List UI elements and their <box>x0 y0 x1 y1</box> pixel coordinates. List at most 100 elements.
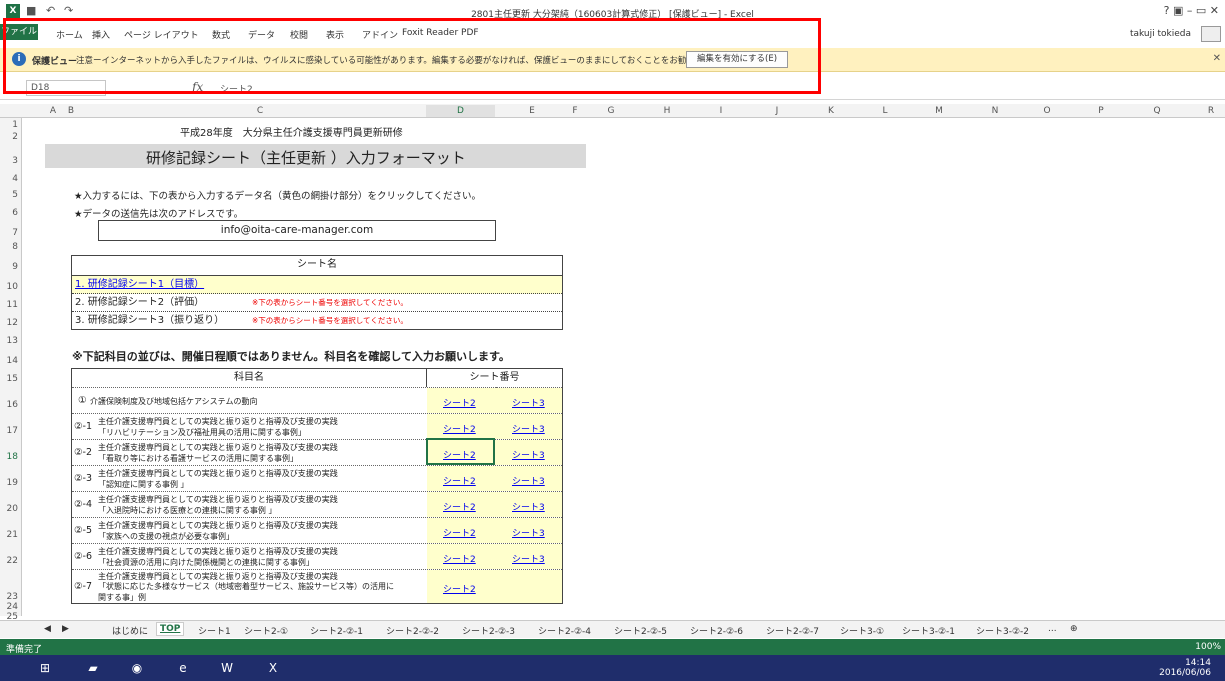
sheet-tab[interactable]: シート2-②-1 <box>310 624 363 637</box>
col-p[interactable]: P <box>1094 105 1108 117</box>
col-q[interactable]: Q <box>1150 105 1164 117</box>
col-i[interactable]: I <box>714 105 728 117</box>
col-g[interactable]: G <box>604 105 618 117</box>
sheet2-link[interactable]: シート2 <box>443 526 476 539</box>
sheet3-link[interactable]: シート3 <box>512 552 545 565</box>
sheet-tab[interactable]: シート3-① <box>840 624 884 637</box>
row-number[interactable]: 4 <box>0 174 18 184</box>
col-m[interactable]: M <box>932 105 946 117</box>
close-icon[interactable]: ✕ <box>1213 53 1221 64</box>
row-number[interactable]: 6 <box>0 208 18 218</box>
row-number[interactable]: 19 <box>0 478 18 488</box>
sheet-tab[interactable]: はじめに <box>112 624 148 637</box>
sheet-tab[interactable]: シート3-②-1 <box>902 624 955 637</box>
col-b[interactable]: B <box>64 105 78 117</box>
column-header: A B C D E F G H I J K L M N O P Q R <box>0 104 1225 118</box>
sheet2-link[interactable]: シート2 <box>443 474 476 487</box>
row-number[interactable]: 21 <box>0 530 18 540</box>
sheet1-link[interactable]: 1. 研修記録シート1（目標） <box>72 275 562 294</box>
row-number[interactable]: 12 <box>0 318 18 328</box>
col-j[interactable]: J <box>770 105 784 117</box>
row-number[interactable]: 18 <box>0 452 18 462</box>
sheet-tab-more[interactable]: ... <box>1048 624 1057 634</box>
ie-icon[interactable]: e <box>168 657 198 679</box>
subject-row: ②-3 主任介護支援専門員としての実践と振り返りと指導及び支援の実践 「認知症に… <box>72 465 562 491</box>
sheet-tab[interactable]: シート2-②-7 <box>766 624 819 637</box>
sheet-tab[interactable]: シート3-②-2 <box>976 624 1029 637</box>
zoom-level[interactable]: 100% <box>1195 642 1221 652</box>
sheet2-link[interactable]: シート2 <box>443 582 476 595</box>
sheet-tab-active[interactable]: TOP <box>156 622 185 636</box>
row-number[interactable]: 1 <box>0 120 18 130</box>
row-number[interactable]: 16 <box>0 400 18 410</box>
col-e[interactable]: E <box>522 105 542 117</box>
subject-row: ① 介護保険制度及び地域包括ケアシステムの動向 シート2 シート3 <box>72 387 562 413</box>
order-note: ※下記科目の並びは、開催日程順ではありません。科目名を確認して入力お願いします。 <box>72 350 510 363</box>
sheet-tab[interactable]: シート2-②-4 <box>538 624 591 637</box>
col-r[interactable]: R <box>1204 105 1218 117</box>
avatar[interactable] <box>1201 26 1221 42</box>
sheet2-link[interactable]: シート2 <box>443 552 476 565</box>
sheet3-link[interactable]: シート3 <box>512 500 545 513</box>
row-number[interactable]: 9 <box>0 262 18 272</box>
row-number[interactable]: 22 <box>0 556 18 566</box>
chrome-icon[interactable]: ◉ <box>122 657 152 679</box>
col-l[interactable]: L <box>878 105 892 117</box>
sheet-tab[interactable]: シート2-① <box>244 624 288 637</box>
row-number[interactable]: 20 <box>0 504 18 514</box>
windows-start-icon[interactable]: ⊞ <box>30 657 60 679</box>
sheet3-link[interactable]: シート3 <box>512 448 545 461</box>
sheet3-link[interactable]: シート3 <box>512 526 545 539</box>
sheet2-link[interactable]: シート2 <box>443 500 476 513</box>
subject-subtitle: 「家族への支援の視点が必要な事例」 <box>98 532 234 541</box>
tab-scroll-left-icon[interactable]: ◀ <box>44 624 51 634</box>
col-n[interactable]: N <box>988 105 1002 117</box>
subject-title: 主任介護支援専門員としての実践と振り返りと指導及び支援の実践 <box>98 443 338 452</box>
row-number[interactable]: 24 <box>0 602 18 612</box>
col-d[interactable]: D <box>426 105 495 117</box>
subject-subtitle: 「状態に応じた多様なサービス（地域密着型サービス、施設サービス等）の活用に <box>98 582 394 591</box>
tab-scroll-right-icon[interactable]: ▶ <box>62 624 69 634</box>
row-number[interactable]: 13 <box>0 336 18 346</box>
col-h[interactable]: H <box>660 105 674 117</box>
sheet3-link[interactable]: シート3 <box>512 396 545 409</box>
sheet-tab[interactable]: シート2-②-6 <box>690 624 743 637</box>
col-o[interactable]: O <box>1040 105 1054 117</box>
word-icon[interactable]: W <box>212 657 242 679</box>
subject-row: ②-4 主任介護支援専門員としての実践と振り返りと指導及び支援の実践 「入退院時… <box>72 491 562 517</box>
selected-cell[interactable] <box>426 438 495 465</box>
user-name[interactable]: takuji tokieda <box>1130 29 1191 39</box>
sheet-tab[interactable]: シート2-②-2 <box>386 624 439 637</box>
row-number[interactable]: 14 <box>0 356 18 366</box>
sheet3-link[interactable]: シート3 <box>512 422 545 435</box>
sheet-tab[interactable]: シート2-②-3 <box>462 624 515 637</box>
sheet2-link[interactable]: シート2 <box>443 396 476 409</box>
row-number[interactable]: 10 <box>0 282 18 292</box>
sheet2-note: ※下の表からシート番号を選択してください。 <box>252 298 408 307</box>
row-number[interactable]: 5 <box>0 190 18 200</box>
sheet-tab[interactable]: シート1 <box>198 624 231 637</box>
row-number[interactable]: 8 <box>0 242 18 252</box>
row-number[interactable]: 15 <box>0 374 18 384</box>
sheet2-link[interactable]: シート2 <box>443 422 476 435</box>
highlight-box <box>3 18 821 94</box>
sheet1-link-label[interactable]: 1. 研修記録シート1（目標） <box>75 279 204 290</box>
row-number[interactable]: 3 <box>0 156 18 166</box>
col-c[interactable]: C <box>250 105 270 117</box>
col-f[interactable]: F <box>568 105 582 117</box>
row-number[interactable]: 7 <box>0 228 18 238</box>
sheet-tab[interactable]: シート2-②-5 <box>614 624 667 637</box>
window-controls[interactable]: ? ▣ – ▭ ✕ <box>1164 4 1219 17</box>
row-number[interactable]: 23 <box>0 592 18 602</box>
sheet-tabs: ◀ ▶ はじめに TOP シート1 シート2-① シート2-②-1 シート2-②… <box>0 620 1225 638</box>
excel-icon[interactable]: X <box>258 657 288 679</box>
col-a[interactable]: A <box>46 105 60 117</box>
row-number[interactable]: 11 <box>0 300 18 310</box>
row-number[interactable]: 17 <box>0 426 18 436</box>
subject-title: 主任介護支援専門員としての実践と振り返りと指導及び支援の実践 <box>98 547 338 556</box>
sheet3-link[interactable]: シート3 <box>512 474 545 487</box>
add-sheet-icon[interactable]: ⊕ <box>1070 624 1078 634</box>
explorer-icon[interactable]: ▰ <box>78 657 108 679</box>
col-k[interactable]: K <box>824 105 838 117</box>
row-number[interactable]: 2 <box>0 132 18 142</box>
